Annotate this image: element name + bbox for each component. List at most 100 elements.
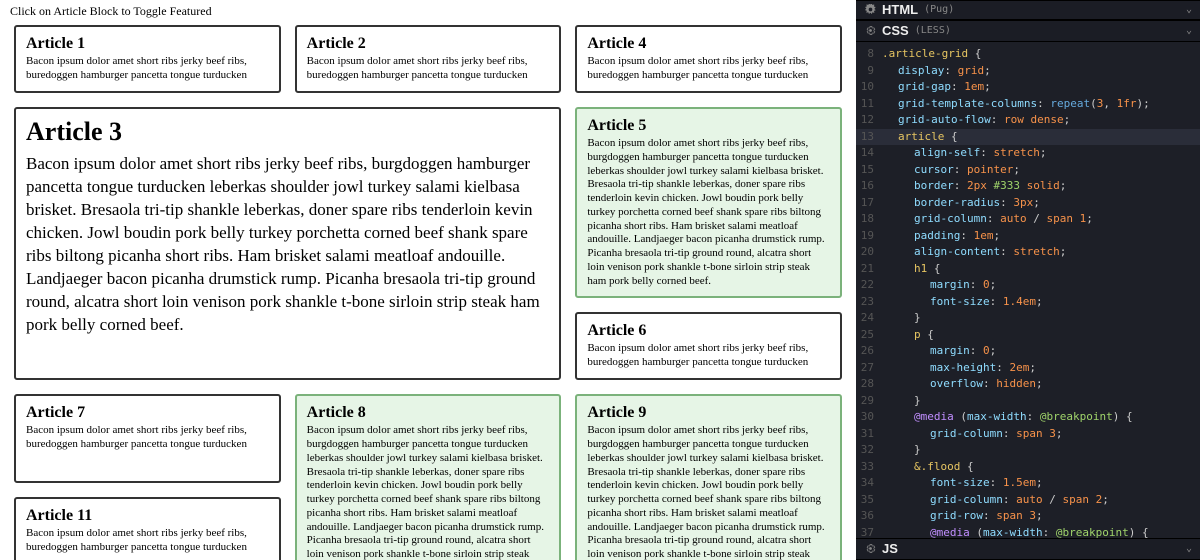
line-number: 28 bbox=[856, 376, 882, 393]
panel-preproc-label: (Pug) bbox=[924, 4, 954, 15]
code-line[interactable]: 11grid-template-columns: repeat(3, 1fr); bbox=[856, 96, 1200, 113]
line-number: 12 bbox=[856, 112, 882, 129]
line-number: 9 bbox=[856, 63, 882, 80]
code-line[interactable]: 16border: 2px #333 solid; bbox=[856, 178, 1200, 195]
article-card[interactable]: Article 1Bacon ipsum dolor amet short ri… bbox=[14, 25, 281, 93]
article-card[interactable]: Article 3 Bacon ipsum dolor amet short ri… bbox=[14, 107, 561, 380]
editor-pane: HTML (Pug) ⌄ CSS (LESS) ⌄ 8.article-grid… bbox=[856, 0, 1200, 560]
line-number: 10 bbox=[856, 79, 882, 96]
line-number: 23 bbox=[856, 294, 882, 311]
line-number: 27 bbox=[856, 360, 882, 377]
line-number: 22 bbox=[856, 277, 882, 294]
line-number: 24 bbox=[856, 310, 882, 327]
article-body: Bacon ipsum dolor amet short ribs jerky … bbox=[26, 55, 269, 83]
code-line[interactable]: 18grid-column: auto / span 1; bbox=[856, 211, 1200, 228]
article-body: Bacon ipsum dolor amet short ribs jerky … bbox=[307, 55, 550, 83]
code-line[interactable]: 32} bbox=[856, 442, 1200, 459]
panel-header-js[interactable]: JS ⌄ bbox=[856, 538, 1200, 560]
article-card[interactable]: Article 9 Bacon ipsum dolor amet short ri… bbox=[575, 394, 842, 560]
article-body: Bacon ipsum dolor amet short ribs jerky … bbox=[587, 424, 830, 560]
code-line[interactable]: 23font-size: 1.4em; bbox=[856, 294, 1200, 311]
gear-icon[interactable] bbox=[864, 543, 876, 555]
chevron-down-icon[interactable]: ⌄ bbox=[1186, 4, 1192, 15]
code-line[interactable]: 8.article-grid { bbox=[856, 46, 1200, 63]
line-number: 15 bbox=[856, 162, 882, 179]
code-line[interactable]: 33&.flood { bbox=[856, 459, 1200, 476]
code-line[interactable]: 17border-radius: 3px; bbox=[856, 195, 1200, 212]
line-number: 8 bbox=[856, 46, 882, 63]
code-line[interactable]: 28overflow: hidden; bbox=[856, 376, 1200, 393]
gear-icon[interactable] bbox=[864, 25, 876, 37]
article-body: Bacon ipsum dolor amet short ribs jerky … bbox=[26, 527, 269, 555]
article-title: Article 8 bbox=[307, 404, 550, 422]
line-number: 33 bbox=[856, 459, 882, 476]
code-line[interactable]: 22margin: 0; bbox=[856, 277, 1200, 294]
article-card[interactable]: Article 7 Bacon ipsum dolor amet short ri… bbox=[14, 394, 281, 483]
line-number: 32 bbox=[856, 442, 882, 459]
gear-icon[interactable] bbox=[864, 4, 876, 16]
article-card[interactable]: Article 8 Bacon ipsum dolor amet short ri… bbox=[295, 394, 562, 560]
line-number: 36 bbox=[856, 508, 882, 525]
code-line[interactable]: 24} bbox=[856, 310, 1200, 327]
preview-pane: Click on Article Block to Toggle Feature… bbox=[0, 0, 856, 560]
line-number: 29 bbox=[856, 393, 882, 410]
code-line[interactable]: 25p { bbox=[856, 327, 1200, 344]
code-line[interactable]: 29} bbox=[856, 393, 1200, 410]
code-line[interactable]: 27max-height: 2em; bbox=[856, 360, 1200, 377]
article-card[interactable]: Article 4Bacon ipsum dolor amet short ri… bbox=[575, 25, 842, 93]
chevron-down-icon[interactable]: ⌄ bbox=[1186, 25, 1192, 36]
code-line[interactable]: 12grid-auto-flow: row dense; bbox=[856, 112, 1200, 129]
article-body: Bacon ipsum dolor amet short ribs jerky … bbox=[307, 424, 550, 560]
code-line[interactable]: 9display: grid; bbox=[856, 63, 1200, 80]
line-number: 31 bbox=[856, 426, 882, 443]
code-line[interactable]: 30@media (max-width: @breakpoint) { bbox=[856, 409, 1200, 426]
article-body: Bacon ipsum dolor amet short ribs jerky … bbox=[587, 55, 830, 83]
code-line[interactable]: 15cursor: pointer; bbox=[856, 162, 1200, 179]
code-line[interactable]: 21h1 { bbox=[856, 261, 1200, 278]
article-card[interactable]: Article 11Bacon ipsum dolor amet short r… bbox=[14, 497, 281, 560]
code-line[interactable]: 37@media (max-width: @breakpoint) { bbox=[856, 525, 1200, 539]
code-line[interactable]: 19padding: 1em; bbox=[856, 228, 1200, 245]
article-card[interactable]: Article 2 Bacon ipsum dolor amet short ri… bbox=[295, 25, 562, 93]
panel-title: JS bbox=[882, 541, 898, 556]
code-line[interactable]: 10grid-gap: 1em; bbox=[856, 79, 1200, 96]
line-number: 21 bbox=[856, 261, 882, 278]
line-number: 17 bbox=[856, 195, 882, 212]
code-line[interactable]: 14align-self: stretch; bbox=[856, 145, 1200, 162]
article-body: Bacon ipsum dolor amet short ribs jerky … bbox=[587, 342, 830, 370]
instruction-text: Click on Article Block to Toggle Feature… bbox=[0, 0, 856, 25]
article-body: Bacon ipsum dolor amet short ribs jerky … bbox=[26, 424, 269, 452]
line-number: 25 bbox=[856, 327, 882, 344]
code-line[interactable]: 34font-size: 1.5em; bbox=[856, 475, 1200, 492]
line-number: 14 bbox=[856, 145, 882, 162]
chevron-down-icon[interactable]: ⌄ bbox=[1186, 543, 1192, 554]
article-title: Article 7 bbox=[26, 404, 269, 422]
panel-preproc-label: (LESS) bbox=[915, 25, 951, 36]
code-line[interactable]: 26margin: 0; bbox=[856, 343, 1200, 360]
line-number: 16 bbox=[856, 178, 882, 195]
line-number: 20 bbox=[856, 244, 882, 261]
article-title: Article 3 bbox=[26, 117, 549, 147]
code-line[interactable]: 36grid-row: span 3; bbox=[856, 508, 1200, 525]
line-number: 35 bbox=[856, 492, 882, 509]
panel-header-html[interactable]: HTML (Pug) ⌄ bbox=[856, 0, 1200, 20]
code-line[interactable]: 35grid-column: auto / span 2; bbox=[856, 492, 1200, 509]
code-line[interactable]: 20align-content: stretch; bbox=[856, 244, 1200, 261]
code-line[interactable]: 13article { bbox=[856, 129, 1200, 146]
line-number: 26 bbox=[856, 343, 882, 360]
article-grid: Article 1Bacon ipsum dolor amet short ri… bbox=[0, 25, 856, 560]
article-title: Article 9 bbox=[587, 404, 830, 422]
line-number: 30 bbox=[856, 409, 882, 426]
article-card[interactable]: Article 6 Bacon ipsum dolor amet short ri… bbox=[575, 312, 842, 380]
article-title: Article 6 bbox=[587, 322, 830, 340]
line-number: 11 bbox=[856, 96, 882, 113]
line-number: 13 bbox=[856, 129, 882, 146]
article-title: Article 5 bbox=[587, 117, 830, 135]
code-line[interactable]: 31grid-column: span 3; bbox=[856, 426, 1200, 443]
article-title: Article 2 bbox=[307, 35, 550, 53]
css-editor[interactable]: 8.article-grid {9display: grid;10grid-ga… bbox=[856, 42, 1200, 538]
article-card[interactable]: Article 5Bacon ipsum dolor amet short ri… bbox=[575, 107, 842, 298]
panel-header-css[interactable]: CSS (LESS) ⌄ bbox=[856, 20, 1200, 42]
panel-title: CSS bbox=[882, 23, 909, 38]
article-body: Bacon ipsum dolor amet short ribs jerky … bbox=[26, 153, 549, 337]
